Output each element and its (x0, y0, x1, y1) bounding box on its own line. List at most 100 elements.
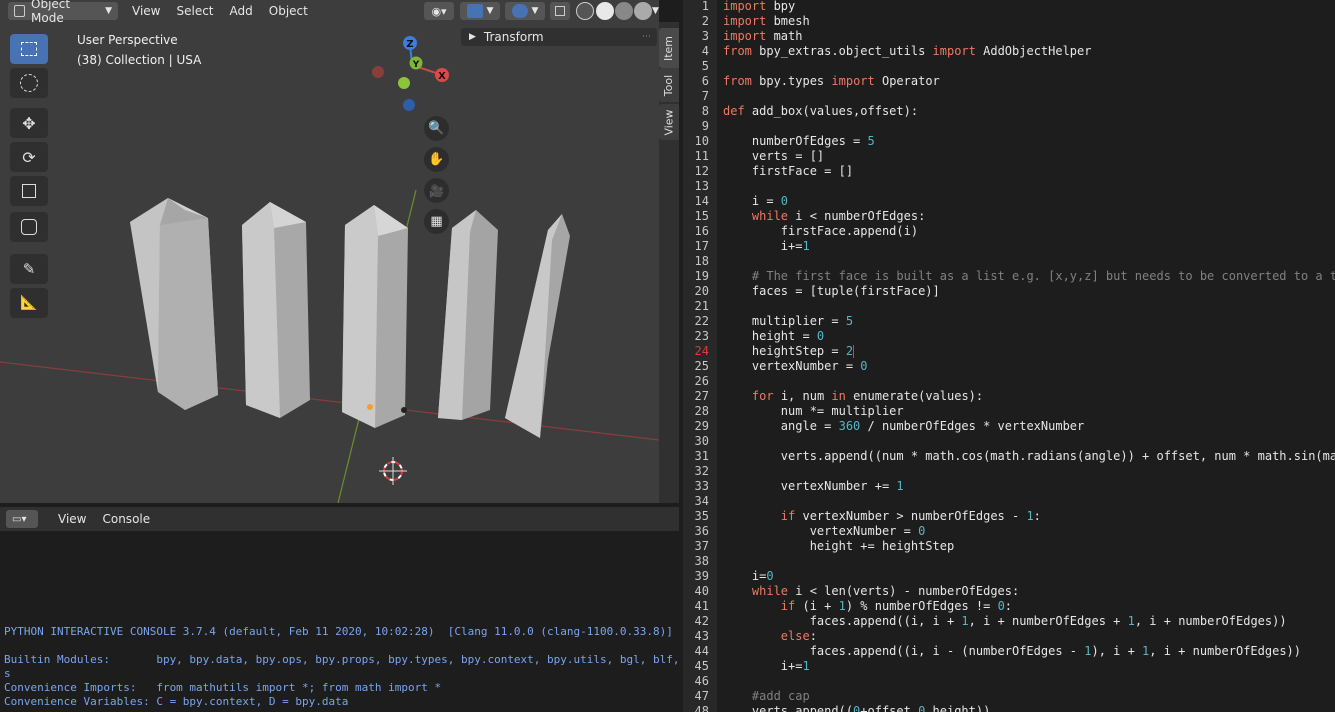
menu-add[interactable]: Add (223, 2, 259, 20)
ortho-toggle-button[interactable]: ▦ (424, 209, 449, 234)
code-text[interactable]: i = 0 (723, 194, 788, 208)
code-line[interactable]: 3 import math (683, 29, 1335, 44)
code-text[interactable]: from bpy.types import Operator (723, 74, 940, 88)
measure-tool[interactable]: 📐 (10, 288, 48, 318)
code-line[interactable]: 16 firstFace.append(i) (683, 224, 1335, 239)
code-text[interactable]: import bpy (723, 0, 795, 13)
code-line[interactable]: 39 i=0 (683, 569, 1335, 584)
visibility-dropdown[interactable]: ◉▾ (424, 2, 454, 20)
wireframe-shading-button[interactable] (576, 2, 594, 20)
code-text[interactable]: vertexNumber = 0 (723, 524, 926, 538)
code-line[interactable]: 46 (683, 674, 1335, 689)
code-text[interactable]: angle = 360 / numberOfEdges * vertexNumb… (723, 419, 1084, 433)
code-line[interactable]: 19 # The first face is built as a list e… (683, 269, 1335, 284)
console-menu-view[interactable]: View (52, 510, 92, 528)
code-line[interactable]: 23 height = 0 (683, 329, 1335, 344)
code-line[interactable]: 30 (683, 434, 1335, 449)
code-line[interactable]: 21 (683, 299, 1335, 314)
code-text[interactable]: while i < len(verts) - numberOfEdges: (723, 584, 1019, 598)
pan-button[interactable]: ✋ (424, 147, 449, 172)
code-line[interactable]: 45 i+=1 (683, 659, 1335, 674)
code-line[interactable]: 6 from bpy.types import Operator (683, 74, 1335, 89)
viewport-scene[interactable]: Z X Y (0, 0, 659, 503)
code-line[interactable]: 14 i = 0 (683, 194, 1335, 209)
code-line[interactable]: 33 vertexNumber += 1 (683, 479, 1335, 494)
code-line[interactable]: 28 num *= multiplier (683, 404, 1335, 419)
code-line[interactable]: 29 angle = 360 / numberOfEdges * vertexN… (683, 419, 1335, 434)
code-text[interactable]: else: (723, 629, 817, 643)
code-text[interactable]: heightStep = 2 (723, 344, 855, 358)
code-text[interactable]: # The first face is built as a list e.g.… (723, 269, 1335, 283)
code-text[interactable]: def add_box(values,offset): (723, 104, 918, 118)
code-text[interactable]: while i < numberOfEdges: (723, 209, 925, 223)
code-text[interactable]: verts.append((num * math.cos(math.radian… (723, 449, 1335, 463)
code-text[interactable]: faces.append((i, i - (numberOfEdges - 1)… (723, 644, 1301, 658)
code-text[interactable]: height = 0 (723, 329, 824, 343)
code-line[interactable]: 10 numberOfEdges = 5 (683, 134, 1335, 149)
text-editor[interactable]: 1 import bpy 2 import bmesh 3 import math 4 fro… (683, 0, 1335, 712)
code-line[interactable]: 15 while i < numberOfEdges: (683, 209, 1335, 224)
code-text[interactable]: #add cap (723, 689, 810, 703)
mode-select[interactable]: Object Mode ▼ (8, 0, 118, 25)
code-text[interactable]: import math (723, 29, 802, 43)
code-text[interactable]: numberOfEdges = 5 (723, 134, 875, 148)
code-line[interactable]: 9 (683, 119, 1335, 134)
annotate-tool[interactable]: ✎ (10, 254, 48, 284)
code-line[interactable]: 20 faces = [tuple(firstFace)] (683, 284, 1335, 299)
code-text[interactable]: if vertexNumber > numberOfEdges - 1: (723, 509, 1041, 523)
code-line[interactable]: 34 (683, 494, 1335, 509)
code-line[interactable]: 13 (683, 179, 1335, 194)
menu-select[interactable]: Select (170, 2, 220, 20)
code-line[interactable]: 48 verts.append((0+offset,0,height)) (683, 704, 1335, 712)
code-line[interactable]: 31 verts.append((num * math.cos(math.rad… (683, 449, 1335, 464)
code-line[interactable]: 38 (683, 554, 1335, 569)
gizmo-toggle[interactable]: ▼ (460, 2, 500, 20)
code-line[interactable]: 12 firstFace = [] (683, 164, 1335, 179)
code-text[interactable]: faces.append((i, i + 1, i + numberOfEdge… (723, 614, 1287, 628)
zoom-button[interactable]: 🔍 (424, 116, 449, 141)
code-line[interactable]: 18 (683, 254, 1335, 269)
overlay-toggle[interactable]: ▼ (505, 2, 545, 20)
code-line[interactable]: 35 if vertexNumber > numberOfEdges - 1: (683, 509, 1335, 524)
console-menu-console[interactable]: Console (96, 510, 156, 528)
code-line[interactable]: 26 (683, 374, 1335, 389)
drag-handle-icon[interactable]: ⋯ (642, 32, 651, 42)
code-text[interactable]: vertexNumber = 0 (723, 359, 868, 373)
tab-tool[interactable]: Tool (659, 68, 679, 102)
code-text[interactable]: height += heightStep (723, 539, 955, 553)
move-tool[interactable]: ✥ (10, 108, 48, 138)
material-shading-button[interactable] (615, 2, 633, 20)
tab-item[interactable]: Item (659, 28, 679, 68)
rendered-shading-button[interactable] (634, 2, 652, 20)
code-line[interactable]: 42 faces.append((i, i + 1, i + numberOfE… (683, 614, 1335, 629)
code-line[interactable]: 22 multiplier = 5 (683, 314, 1335, 329)
scale-tool[interactable] (10, 176, 48, 206)
code-text[interactable]: firstFace = [] (723, 164, 853, 178)
transform-panel[interactable]: ▶ Transform ⋯ (461, 28, 657, 46)
code-line[interactable]: 43 else: (683, 629, 1335, 644)
code-line[interactable]: 36 vertexNumber = 0 (683, 524, 1335, 539)
code-text[interactable]: from bpy_extras.object_utils import AddO… (723, 44, 1091, 58)
editor-type-select[interactable]: ▭▾ (6, 510, 38, 528)
code-text[interactable]: firstFace.append(i) (723, 224, 918, 238)
code-line[interactable]: 5 (683, 59, 1335, 74)
code-line[interactable]: 37 height += heightStep (683, 539, 1335, 554)
rotate-tool[interactable]: ⟳ (10, 142, 48, 172)
code-text[interactable]: import bmesh (723, 14, 810, 28)
code-line[interactable]: 1 import bpy (683, 0, 1335, 14)
code-line[interactable]: 44 faces.append((i, i - (numberOfEdges -… (683, 644, 1335, 659)
code-line[interactable]: 7 (683, 89, 1335, 104)
xray-toggle[interactable] (550, 2, 570, 20)
menu-object[interactable]: Object (262, 2, 314, 20)
code-line[interactable]: 2 import bmesh (683, 14, 1335, 29)
code-text[interactable]: verts = [] (723, 149, 824, 163)
code-line[interactable]: 47 #add cap (683, 689, 1335, 704)
code-text[interactable]: faces = [tuple(firstFace)] (723, 284, 940, 298)
transform-tool[interactable] (10, 212, 48, 242)
code-text[interactable]: num *= multiplier (723, 404, 904, 418)
code-line[interactable]: 32 (683, 464, 1335, 479)
tab-view[interactable]: View (659, 104, 679, 140)
python-console[interactable]: ▭▾ View Console PYTHON INTERACTIVE CONSO… (0, 507, 679, 712)
code-text[interactable]: i=0 (723, 569, 774, 583)
code-text[interactable]: if (i + 1) % numberOfEdges != 0: (723, 599, 1012, 613)
